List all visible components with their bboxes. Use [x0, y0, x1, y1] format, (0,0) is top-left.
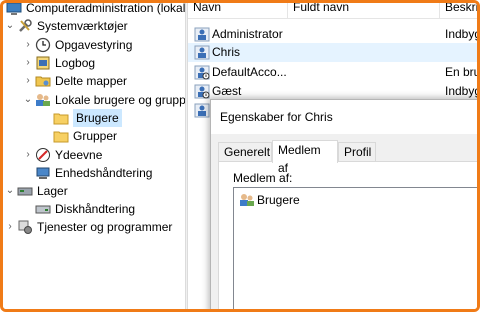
- tree-item-storage[interactable]: ⌄ Lager: [5, 182, 68, 200]
- tree-item-label: Diskhåndtering: [55, 202, 136, 216]
- tools-icon: [17, 18, 33, 34]
- chevron-down-icon[interactable]: ⌄: [5, 17, 15, 35]
- table-row[interactable]: DefaultAcco... En brugerkonto: [188, 63, 480, 82]
- tab-profile[interactable]: Profil: [338, 142, 376, 162]
- tab-member-of[interactable]: Medlem af: [272, 140, 338, 175]
- user-description: En brugerkonto: [445, 65, 480, 79]
- user-name: Administrator: [212, 27, 283, 41]
- disk-icon: [35, 201, 51, 217]
- table-row[interactable]: Chris: [188, 43, 477, 62]
- storage-icon: [17, 183, 33, 199]
- tree-item-device-manager[interactable]: Enhedshåndtering: [33, 164, 152, 182]
- tree-item-label: Systemværktøjer: [37, 19, 128, 33]
- folder-icon: [53, 128, 69, 144]
- event-log-icon: [35, 55, 51, 71]
- tree-item-label: Brugere: [73, 109, 122, 127]
- tree-item-groups[interactable]: Grupper: [51, 127, 117, 145]
- tree-item-label: Ydeevne: [55, 148, 103, 162]
- tree-item-label: Enhedshåndtering: [55, 166, 153, 180]
- chevron-down-icon[interactable]: ⌄: [5, 182, 15, 200]
- chevron-right-icon[interactable]: ›: [23, 54, 33, 72]
- tree-item-label: Delte mapper: [55, 74, 128, 88]
- performance-icon: [35, 147, 51, 163]
- user-icon: [194, 103, 210, 118]
- chevron-right-icon[interactable]: ›: [5, 218, 15, 236]
- tree-item-event-viewer[interactable]: › Logbog: [23, 54, 95, 72]
- chevron-right-icon[interactable]: ›: [23, 36, 33, 54]
- navigation-tree: Computeradministration (lokal) ⌄ Systemv…: [3, 3, 185, 309]
- computer-management-icon: [6, 3, 22, 16]
- tree-item-task-scheduler[interactable]: › Opgavestyring: [23, 36, 132, 54]
- disabled-user-icon: [194, 65, 210, 80]
- tree-item-label: Grupper: [73, 129, 118, 143]
- member-name: Brugere: [257, 193, 300, 207]
- member-list[interactable]: Brugere: [233, 187, 477, 309]
- tree-item-system-tools[interactable]: ⌄ Systemværktøjer: [5, 17, 128, 35]
- clock-icon: [35, 37, 51, 53]
- column-header-name[interactable]: Navn: [188, 3, 288, 19]
- tree-item-label: Lokale brugere og grupper: [55, 93, 185, 107]
- services-icon: [17, 219, 33, 235]
- tree-item-users[interactable]: Brugere: [51, 109, 122, 127]
- user-icon: [194, 45, 210, 60]
- properties-dialog: Egenskaber for Chris Generelt Medlem af …: [210, 99, 477, 309]
- users-icon: [35, 92, 51, 108]
- column-header-full-name[interactable]: Fuldt navn: [288, 3, 440, 19]
- tree-item-services-applications[interactable]: › Tjenester og programmer: [5, 218, 172, 236]
- chevron-down-icon[interactable]: ⌄: [23, 91, 33, 109]
- device-manager-icon: [35, 165, 51, 181]
- user-name: Chris: [212, 45, 241, 59]
- tree-item-root[interactable]: Computeradministration (lokal): [3, 3, 185, 17]
- dialog-title: Egenskaber for Chris: [211, 100, 477, 134]
- folder-icon: [53, 110, 69, 126]
- list-item[interactable]: Brugere: [239, 192, 300, 208]
- column-header-description[interactable]: Beskrivelse: [440, 3, 477, 19]
- user-icon: [194, 27, 210, 42]
- tree-item-label: Opgavestyring: [55, 38, 133, 52]
- shared-folder-icon: [35, 73, 51, 89]
- tree-item-label: Lager: [37, 184, 68, 198]
- user-description: Indbygget: [445, 27, 480, 41]
- tree-item-label: Logbog: [55, 56, 96, 70]
- group-icon: [239, 192, 255, 208]
- tree-item-shared-folders[interactable]: › Delte mapper: [23, 72, 127, 90]
- table-row[interactable]: Administrator Indbygget: [188, 25, 480, 44]
- tab-general[interactable]: Generelt: [218, 142, 272, 162]
- tree-item-label: Computeradministration (lokal): [26, 3, 185, 15]
- app-frame: Computeradministration (lokal) ⌄ Systemv…: [0, 0, 480, 312]
- chevron-right-icon[interactable]: ›: [23, 72, 33, 90]
- disabled-user-icon: [194, 84, 210, 99]
- tree-item-local-users-groups[interactable]: ⌄ Lokale brugere og grupper: [23, 91, 185, 109]
- tree-item-performance[interactable]: › Ydeevne: [23, 146, 102, 164]
- chevron-right-icon[interactable]: ›: [23, 146, 33, 164]
- user-name: DefaultAcco...: [212, 65, 287, 79]
- tree-item-disk-management[interactable]: Diskhåndtering: [33, 200, 135, 218]
- tree-item-label: Tjenester og programmer: [37, 220, 173, 234]
- member-of-panel: Medlem af: Brugere: [218, 161, 477, 309]
